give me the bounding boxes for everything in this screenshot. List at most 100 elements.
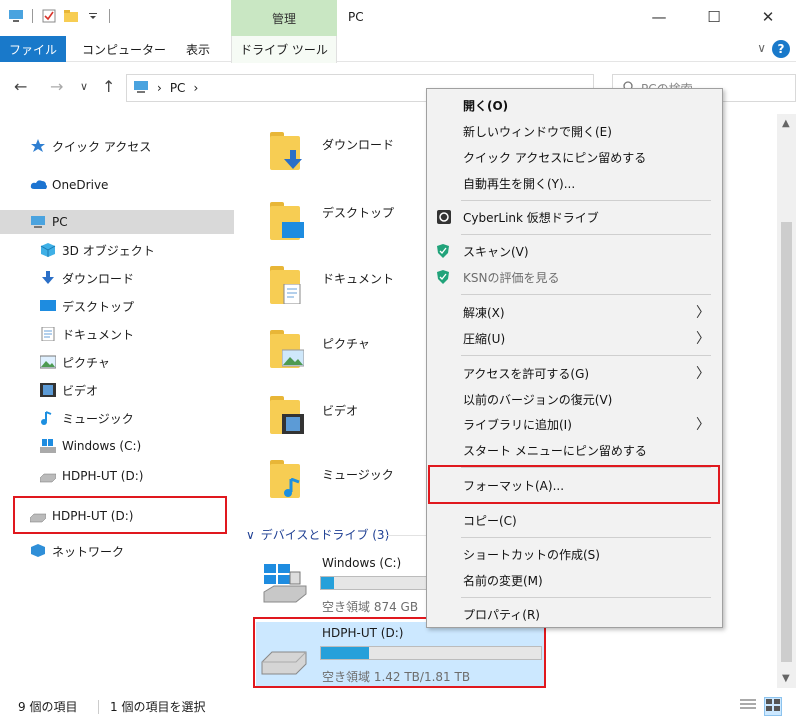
nav-documents[interactable]: ドキュメント bbox=[40, 322, 134, 346]
nav-pc[interactable]: PC bbox=[0, 210, 234, 234]
menu-restore-previous[interactable]: 以前のバージョンの復元(V) bbox=[427, 387, 722, 411]
nav-videos[interactable]: ビデオ bbox=[40, 378, 98, 402]
new-folder-icon[interactable] bbox=[63, 8, 79, 24]
close-button[interactable]: ✕ bbox=[757, 6, 779, 28]
menu-open[interactable]: 開く(O) bbox=[427, 93, 722, 117]
ribbon-expand-icon[interactable]: ∨ bbox=[757, 41, 766, 55]
menu-separator bbox=[461, 234, 711, 235]
folder-label: ミュージック bbox=[322, 468, 394, 482]
menu-pin-quick-access[interactable]: クイック アクセスにピン留めする bbox=[427, 145, 722, 169]
back-button[interactable]: ← bbox=[14, 77, 27, 96]
quick-access-toolbar bbox=[8, 8, 112, 24]
devices-group-title: デバイスとドライブ (3) bbox=[260, 528, 390, 542]
properties-icon[interactable] bbox=[41, 8, 57, 24]
menu-rename[interactable]: 名前の変更(M) bbox=[427, 568, 722, 592]
tiles-view-icon[interactable] bbox=[764, 697, 782, 716]
breadcrumb-separator: › bbox=[193, 81, 199, 95]
menu-extract[interactable]: 解凍(X) 〉 bbox=[427, 300, 722, 324]
menu-compress[interactable]: 圧縮(U) 〉 bbox=[427, 326, 722, 350]
maximize-button[interactable]: ☐ bbox=[703, 6, 725, 28]
explorer-icon[interactable] bbox=[8, 8, 24, 24]
download-arrow-icon bbox=[40, 271, 56, 285]
document-icon bbox=[283, 284, 301, 304]
nav-onedrive[interactable]: OneDrive bbox=[30, 173, 108, 197]
folder-pictures[interactable] bbox=[270, 330, 304, 368]
menu-open-autoplay[interactable]: 自動再生を開く(Y)... bbox=[427, 171, 722, 195]
menu-open-new-window[interactable]: 新しいウィンドウで開く(E) bbox=[427, 119, 722, 143]
drive-name: HDPH-UT (D:) bbox=[322, 626, 404, 640]
menu-separator bbox=[461, 467, 711, 468]
nav-downloads[interactable]: ダウンロード bbox=[40, 266, 134, 290]
tab-computer[interactable]: コンピューター bbox=[82, 36, 166, 62]
nav-music[interactable]: ミュージック bbox=[40, 406, 134, 430]
toolbar-divider bbox=[32, 9, 33, 23]
folder-label: ドキュメント bbox=[322, 272, 395, 286]
drive-icon bbox=[39, 469, 57, 483]
vertical-scrollbar[interactable]: ▲ ▼ bbox=[777, 114, 796, 688]
up-button[interactable]: ↑ bbox=[102, 77, 115, 96]
scroll-down-icon[interactable]: ▼ bbox=[782, 673, 790, 684]
cloud-icon bbox=[30, 178, 47, 192]
desktop-icon bbox=[282, 222, 304, 238]
devices-group-header[interactable]: ∨ デバイスとドライブ (3) bbox=[246, 526, 389, 543]
scroll-thumb[interactable] bbox=[781, 222, 792, 662]
window-title: PC bbox=[348, 10, 364, 24]
drive-usage-fill bbox=[321, 577, 335, 589]
breadcrumb-separator: › bbox=[157, 81, 162, 95]
folder-music[interactable] bbox=[270, 460, 300, 498]
drive-hdph-ut-d[interactable]: HDPH-UT (D:) 空き領域 1.42 TB/1.81 TB bbox=[256, 622, 544, 688]
menu-separator bbox=[461, 200, 711, 201]
drive-usage-fill bbox=[321, 647, 370, 659]
menu-include-library[interactable]: ライブラリに追加(I) 〉 bbox=[427, 412, 722, 436]
scroll-up-icon[interactable]: ▲ bbox=[782, 118, 790, 129]
shield-icon bbox=[437, 270, 451, 284]
details-view-icon[interactable] bbox=[740, 698, 756, 715]
collapse-chevron-icon[interactable]: ∨ bbox=[246, 528, 255, 542]
music-note-icon bbox=[40, 411, 56, 425]
folder-label: ピクチャ bbox=[322, 337, 370, 351]
menu-ksn-reputation[interactable]: KSNの評価を見る bbox=[427, 265, 722, 289]
breadcrumb-pc[interactable]: PC bbox=[170, 81, 186, 95]
menu-pin-start[interactable]: スタート メニューにピン留めする bbox=[427, 438, 722, 462]
menu-separator bbox=[461, 355, 711, 356]
drive-usage-bar bbox=[320, 646, 542, 660]
windows-drive-icon bbox=[263, 564, 307, 603]
menu-properties[interactable]: プロパティ(R) bbox=[427, 602, 722, 626]
nav-quick-access[interactable]: クイック アクセス bbox=[30, 134, 151, 158]
menu-scan[interactable]: スキャン(V) bbox=[427, 239, 722, 263]
customize-toolbar-icon[interactable] bbox=[85, 8, 101, 24]
forward-button[interactable]: → bbox=[50, 77, 63, 96]
folder-desktop[interactable] bbox=[270, 202, 304, 240]
tab-drive-tools[interactable]: ドライブ ツール bbox=[231, 36, 337, 63]
toolbar-divider bbox=[109, 9, 110, 23]
menu-cyberlink-virtual-drive[interactable]: CyberLink 仮想ドライブ bbox=[427, 205, 722, 229]
nav-3d-objects[interactable]: 3D オブジェクト bbox=[40, 238, 155, 262]
title-bar: 管理 PC — ☐ ✕ bbox=[0, 0, 796, 36]
help-icon[interactable]: ? bbox=[772, 40, 790, 58]
nav-hdph-ut-d-external[interactable]: HDPH-UT (D:) bbox=[29, 504, 133, 528]
menu-separator bbox=[461, 597, 711, 598]
folder-label: ダウンロード bbox=[322, 138, 395, 152]
recent-locations-button[interactable]: ∨ bbox=[80, 80, 88, 93]
menu-create-shortcut[interactable]: ショートカットの作成(S) bbox=[427, 542, 722, 566]
nav-windows-c[interactable]: Windows (C:) bbox=[40, 434, 141, 458]
folder-downloads[interactable] bbox=[270, 132, 302, 170]
nav-desktop[interactable]: デスクトップ bbox=[40, 294, 134, 318]
folder-label: ビデオ bbox=[322, 404, 359, 418]
pc-icon bbox=[133, 80, 149, 97]
menu-give-access[interactable]: アクセスを許可する(G) 〉 bbox=[427, 361, 722, 385]
pc-icon bbox=[30, 215, 46, 229]
nav-network[interactable]: ネットワーク bbox=[30, 539, 124, 563]
nav-hdph-ut-d[interactable]: HDPH-UT (D:) bbox=[39, 464, 143, 488]
nav-pictures[interactable]: ピクチャ bbox=[39, 350, 110, 374]
tab-file[interactable]: ファイル bbox=[0, 36, 66, 62]
cyberlink-icon bbox=[437, 210, 451, 224]
folder-videos[interactable] bbox=[270, 396, 304, 434]
tab-view[interactable]: 表示 bbox=[186, 36, 210, 62]
folder-documents[interactable] bbox=[270, 266, 301, 304]
minimize-button[interactable]: — bbox=[648, 6, 670, 28]
music-note-icon bbox=[284, 478, 300, 497]
menu-separator bbox=[461, 294, 711, 295]
menu-format[interactable]: フォーマット(A)... bbox=[427, 473, 722, 497]
menu-copy[interactable]: コピー(C) bbox=[427, 508, 722, 532]
